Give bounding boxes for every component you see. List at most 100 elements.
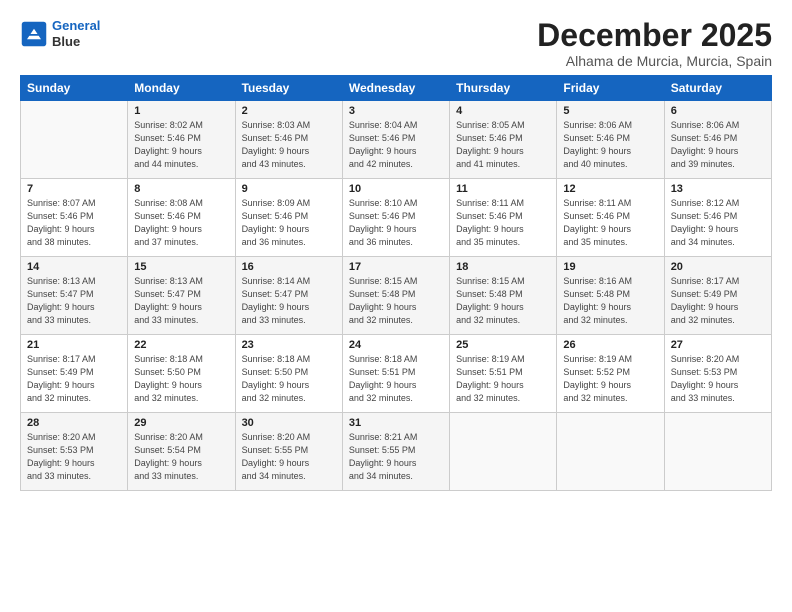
week-row-5: 28 Sunrise: 8:20 AM Sunset: 5:53 PM Dayli… <box>21 413 772 491</box>
day-number: 1 <box>134 105 228 117</box>
day-info: Sunrise: 8:10 AM Sunset: 5:46 PM Dayligh… <box>349 197 443 249</box>
day-header-tuesday: Tuesday <box>235 76 342 101</box>
day-header-wednesday: Wednesday <box>342 76 449 101</box>
week-row-4: 21 Sunrise: 8:17 AM Sunset: 5:49 PM Dayli… <box>21 335 772 413</box>
calendar-cell: 10 Sunrise: 8:10 AM Sunset: 5:46 PM Dayli… <box>342 179 449 257</box>
day-info: Sunrise: 8:13 AM Sunset: 5:47 PM Dayligh… <box>134 275 228 327</box>
calendar-cell: 2Sunrise: 8:03 AM Sunset: 5:46 PM Daylig… <box>235 101 342 179</box>
calendar-header-row: SundayMondayTuesdayWednesdayThursdayFrid… <box>21 76 772 101</box>
calendar-cell: 31 Sunrise: 8:21 AM Sunset: 5:55 PM Dayli… <box>342 413 449 491</box>
day-info: Sunrise: 8:17 AM Sunset: 5:49 PM Dayligh… <box>671 275 765 327</box>
day-info: Sunrise: 8:08 AM Sunset: 5:46 PM Dayligh… <box>134 197 228 249</box>
day-header-sunday: Sunday <box>21 76 128 101</box>
day-info: Sunrise: 8:02 AM Sunset: 5:46 PM Dayligh… <box>134 119 228 171</box>
day-number: 28 <box>27 417 121 429</box>
day-info: Sunrise: 8:04 AM Sunset: 5:46 PM Dayligh… <box>349 119 443 171</box>
day-number: 6 <box>671 105 765 117</box>
calendar-cell: 17 Sunrise: 8:15 AM Sunset: 5:48 PM Dayli… <box>342 257 449 335</box>
day-number: 15 <box>134 261 228 273</box>
day-number: 23 <box>242 339 336 351</box>
day-info: Sunrise: 8:20 AM Sunset: 5:55 PM Dayligh… <box>242 431 336 483</box>
header: General Blue December 2025 Alhama de Mur… <box>20 18 772 69</box>
calendar-cell: 24 Sunrise: 8:18 AM Sunset: 5:51 PM Dayli… <box>342 335 449 413</box>
day-number: 7 <box>27 183 121 195</box>
calendar-cell: 26Sunrise: 8:19 AM Sunset: 5:52 PM Dayli… <box>557 335 664 413</box>
calendar-cell: 29Sunrise: 8:20 AM Sunset: 5:54 PM Dayli… <box>128 413 235 491</box>
logo-text: General Blue <box>52 18 100 49</box>
calendar-body: 1 Sunrise: 8:02 AM Sunset: 5:46 PM Daylig… <box>21 101 772 491</box>
calendar-cell: 25 Sunrise: 8:19 AM Sunset: 5:51 PM Dayli… <box>450 335 557 413</box>
day-number: 26 <box>563 339 657 351</box>
logo-icon <box>20 20 48 48</box>
calendar-cell <box>664 413 771 491</box>
day-number: 24 <box>349 339 443 351</box>
calendar-cell: 30 Sunrise: 8:20 AM Sunset: 5:55 PM Dayli… <box>235 413 342 491</box>
day-info: Sunrise: 8:11 AM Sunset: 5:46 PM Dayligh… <box>456 197 550 249</box>
day-info: Sunrise: 8:05 AM Sunset: 5:46 PM Dayligh… <box>456 119 550 171</box>
day-number: 2 <box>242 105 336 117</box>
calendar-cell: 16Sunrise: 8:14 AM Sunset: 5:47 PM Dayli… <box>235 257 342 335</box>
location-subtitle: Alhama de Murcia, Murcia, Spain <box>537 53 772 69</box>
calendar-cell <box>21 101 128 179</box>
day-info: Sunrise: 8:17 AM Sunset: 5:49 PM Dayligh… <box>27 353 121 405</box>
calendar-cell: 14Sunrise: 8:13 AM Sunset: 5:47 PM Dayli… <box>21 257 128 335</box>
page: General Blue December 2025 Alhama de Mur… <box>0 0 792 612</box>
day-info: Sunrise: 8:07 AM Sunset: 5:46 PM Dayligh… <box>27 197 121 249</box>
day-info: Sunrise: 8:18 AM Sunset: 5:51 PM Dayligh… <box>349 353 443 405</box>
day-info: Sunrise: 8:15 AM Sunset: 5:48 PM Dayligh… <box>349 275 443 327</box>
day-number: 22 <box>134 339 228 351</box>
day-info: Sunrise: 8:21 AM Sunset: 5:55 PM Dayligh… <box>349 431 443 483</box>
calendar-cell: 12 Sunrise: 8:11 AM Sunset: 5:46 PM Dayli… <box>557 179 664 257</box>
day-info: Sunrise: 8:20 AM Sunset: 5:53 PM Dayligh… <box>671 353 765 405</box>
day-number: 19 <box>563 261 657 273</box>
day-info: Sunrise: 8:15 AM Sunset: 5:48 PM Dayligh… <box>456 275 550 327</box>
calendar-cell: 28 Sunrise: 8:20 AM Sunset: 5:53 PM Dayli… <box>21 413 128 491</box>
day-number: 25 <box>456 339 550 351</box>
calendar-cell <box>557 413 664 491</box>
calendar-cell: 23Sunrise: 8:18 AM Sunset: 5:50 PM Dayli… <box>235 335 342 413</box>
calendar-cell: 19Sunrise: 8:16 AM Sunset: 5:48 PM Dayli… <box>557 257 664 335</box>
day-info: Sunrise: 8:20 AM Sunset: 5:53 PM Dayligh… <box>27 431 121 483</box>
calendar-cell: 20 Sunrise: 8:17 AM Sunset: 5:49 PM Dayli… <box>664 257 771 335</box>
day-number: 5 <box>563 105 657 117</box>
day-number: 31 <box>349 417 443 429</box>
week-row-1: 1 Sunrise: 8:02 AM Sunset: 5:46 PM Daylig… <box>21 101 772 179</box>
day-info: Sunrise: 8:19 AM Sunset: 5:51 PM Dayligh… <box>456 353 550 405</box>
day-number: 18 <box>456 261 550 273</box>
calendar-cell: 3 Sunrise: 8:04 AM Sunset: 5:46 PM Daylig… <box>342 101 449 179</box>
day-info: Sunrise: 8:06 AM Sunset: 5:46 PM Dayligh… <box>671 119 765 171</box>
day-number: 9 <box>242 183 336 195</box>
calendar-cell: 7 Sunrise: 8:07 AM Sunset: 5:46 PM Daylig… <box>21 179 128 257</box>
day-info: Sunrise: 8:13 AM Sunset: 5:47 PM Dayligh… <box>27 275 121 327</box>
calendar-cell: 1 Sunrise: 8:02 AM Sunset: 5:46 PM Daylig… <box>128 101 235 179</box>
calendar-cell: 4 Sunrise: 8:05 AM Sunset: 5:46 PM Daylig… <box>450 101 557 179</box>
calendar-cell: 22 Sunrise: 8:18 AM Sunset: 5:50 PM Dayli… <box>128 335 235 413</box>
calendar-cell: 15 Sunrise: 8:13 AM Sunset: 5:47 PM Dayli… <box>128 257 235 335</box>
day-number: 16 <box>242 261 336 273</box>
month-title: December 2025 <box>537 18 772 53</box>
calendar-cell: 13Sunrise: 8:12 AM Sunset: 5:46 PM Dayli… <box>664 179 771 257</box>
calendar-cell: 11Sunrise: 8:11 AM Sunset: 5:46 PM Dayli… <box>450 179 557 257</box>
day-number: 17 <box>349 261 443 273</box>
day-number: 8 <box>134 183 228 195</box>
day-header-monday: Monday <box>128 76 235 101</box>
day-info: Sunrise: 8:20 AM Sunset: 5:54 PM Dayligh… <box>134 431 228 483</box>
day-number: 20 <box>671 261 765 273</box>
day-info: Sunrise: 8:11 AM Sunset: 5:46 PM Dayligh… <box>563 197 657 249</box>
day-number: 30 <box>242 417 336 429</box>
calendar-cell <box>450 413 557 491</box>
title-block: December 2025 Alhama de Murcia, Murcia, … <box>537 18 772 69</box>
day-info: Sunrise: 8:18 AM Sunset: 5:50 PM Dayligh… <box>134 353 228 405</box>
day-header-saturday: Saturday <box>664 76 771 101</box>
week-row-2: 7 Sunrise: 8:07 AM Sunset: 5:46 PM Daylig… <box>21 179 772 257</box>
week-row-3: 14Sunrise: 8:13 AM Sunset: 5:47 PM Dayli… <box>21 257 772 335</box>
day-info: Sunrise: 8:06 AM Sunset: 5:46 PM Dayligh… <box>563 119 657 171</box>
calendar-table: SundayMondayTuesdayWednesdayThursdayFrid… <box>20 75 772 491</box>
day-info: Sunrise: 8:12 AM Sunset: 5:46 PM Dayligh… <box>671 197 765 249</box>
day-number: 21 <box>27 339 121 351</box>
calendar-cell: 8 Sunrise: 8:08 AM Sunset: 5:46 PM Daylig… <box>128 179 235 257</box>
day-number: 10 <box>349 183 443 195</box>
day-number: 12 <box>563 183 657 195</box>
day-number: 3 <box>349 105 443 117</box>
day-number: 4 <box>456 105 550 117</box>
